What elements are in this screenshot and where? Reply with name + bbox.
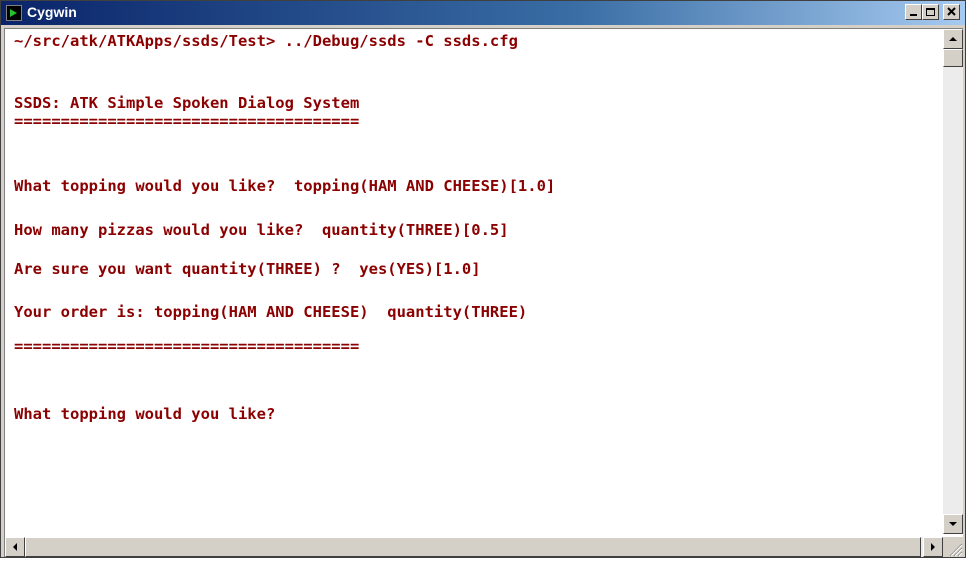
console-line: Are sure you want quantity(THREE) ? yes(… <box>14 260 481 278</box>
minimize-button[interactable] <box>905 4 922 20</box>
console-line: ~/src/atk/ATKApps/ssds/Test> ../Debug/ss… <box>14 32 518 50</box>
terminal-area[interactable]: ~/src/atk/ATKApps/ssds/Test> ../Debug/ss… <box>4 28 963 557</box>
window-title: Cygwin <box>27 4 77 20</box>
maximize-icon <box>926 8 935 16</box>
vertical-scrollbar[interactable] <box>943 29 963 534</box>
console-line: What topping would you like? topping(HAM… <box>14 177 556 195</box>
console-line: ===================================== <box>14 337 360 355</box>
arrow-right-icon <box>931 543 935 551</box>
scroll-right-button[interactable] <box>923 537 943 557</box>
arrow-left-icon <box>13 543 17 551</box>
scroll-up-button[interactable] <box>943 29 963 49</box>
console-line: ===================================== <box>14 112 360 130</box>
minimize-icon <box>910 14 917 16</box>
resize-grip[interactable] <box>943 537 963 557</box>
arrow-down-icon <box>949 522 957 526</box>
horizontal-scrollbar[interactable] <box>5 537 943 557</box>
close-button[interactable] <box>943 4 960 20</box>
scroll-down-button[interactable] <box>943 514 963 534</box>
vertical-scroll-thumb[interactable] <box>943 49 963 67</box>
resize-grip-icon <box>949 543 963 557</box>
arrow-up-icon <box>949 37 957 41</box>
console-output[interactable]: ~/src/atk/ATKApps/ssds/Test> ../Debug/ss… <box>6 29 941 534</box>
cygwin-icon <box>6 5 22 21</box>
maximize-button[interactable] <box>922 4 939 20</box>
console-line: What topping would you like? <box>14 405 276 423</box>
cygwin-window: Cygwin ~/src/atk/ATKApps/ssds/Test> ../D… <box>0 0 966 558</box>
scroll-left-button[interactable] <box>5 537 25 557</box>
console-line: How many pizzas would you like? quantity… <box>14 221 509 239</box>
close-icon <box>947 7 956 16</box>
horizontal-scroll-thumb[interactable] <box>25 537 921 557</box>
console-line: SSDS: ATK Simple Spoken Dialog System <box>14 94 360 112</box>
console-line: Your order is: topping(HAM AND CHEESE) q… <box>14 303 528 321</box>
title-bar[interactable]: Cygwin <box>1 1 965 25</box>
